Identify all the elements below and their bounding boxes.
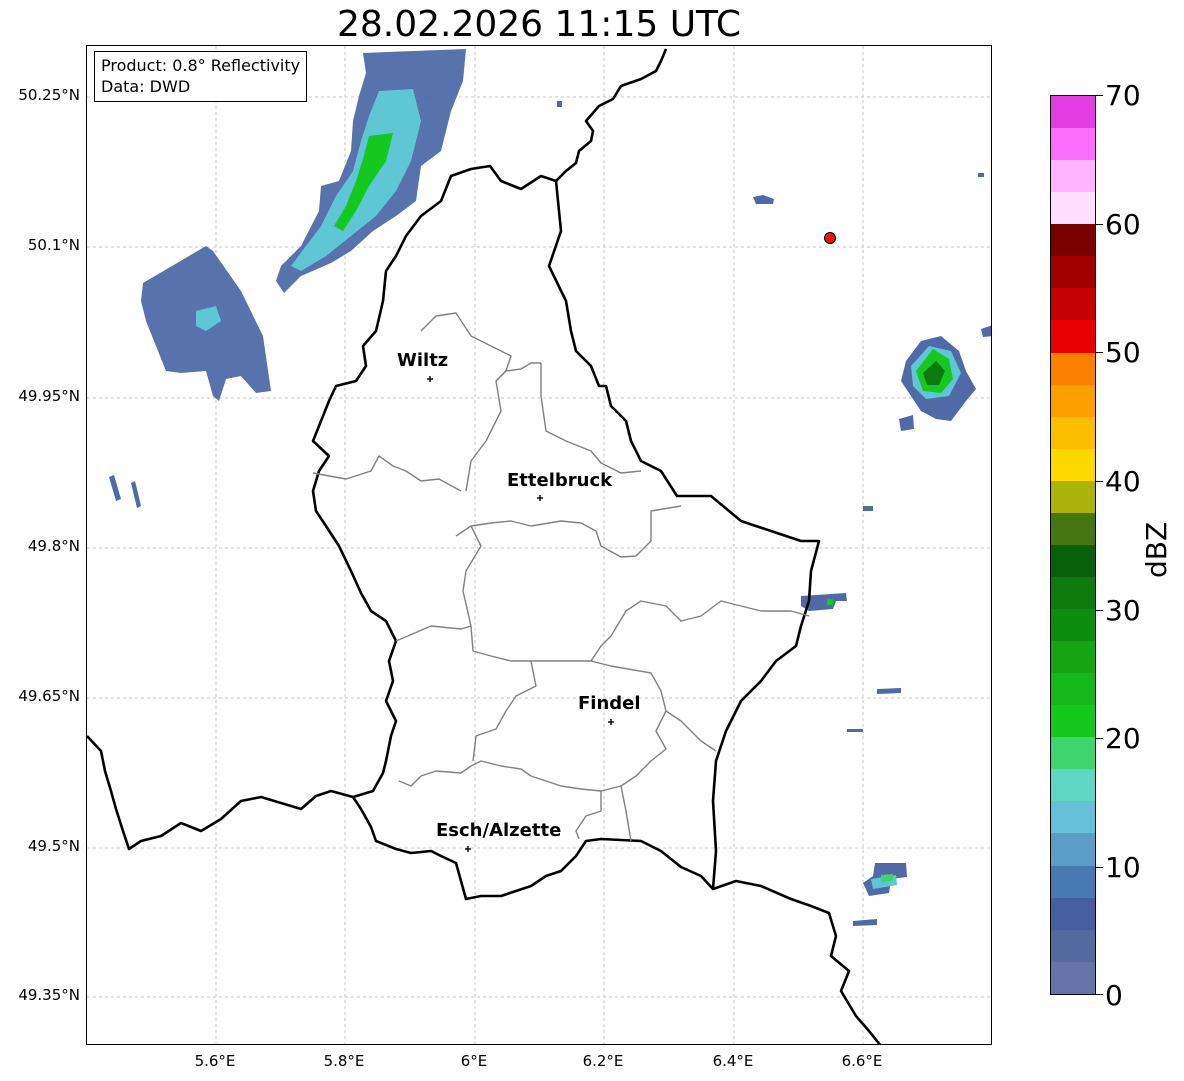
colorbar-tick-20: 20 <box>1105 722 1141 755</box>
colorbar-segment <box>1051 705 1095 738</box>
lon-label-1: 5.6°E <box>194 1052 236 1070</box>
colorbar-segment <box>1051 769 1095 802</box>
colorbar-segment <box>1051 897 1095 930</box>
radar-map[interactable] <box>86 45 992 1045</box>
colorbar-segment <box>1051 288 1095 321</box>
colorbar-segment <box>1051 96 1095 129</box>
colorbar-tick-30: 30 <box>1105 594 1141 627</box>
colorbar-segment <box>1051 576 1095 609</box>
colorbar-segment <box>1051 480 1095 513</box>
colorbar-segment <box>1051 320 1095 353</box>
colorbar-segment <box>1051 929 1095 962</box>
lon-label-5: 6.4°E <box>712 1052 754 1070</box>
city-label-esch-alzette: Esch/Alzette <box>436 820 562 841</box>
colorbar-segment <box>1051 224 1095 257</box>
border-north <box>555 48 668 182</box>
colorbar-unit-label: dBZ <box>1140 521 1173 578</box>
canton-borders <box>312 312 810 842</box>
lon-label-3: 6°E <box>460 1052 488 1070</box>
lat-label-4: 49.8°N <box>27 537 80 555</box>
lat-label-1: 50.25°N <box>18 86 80 104</box>
colorbar-tick-50: 50 <box>1105 336 1141 369</box>
colorbar-segment <box>1051 609 1095 642</box>
city-markers <box>427 376 614 852</box>
map-title: 28.02.2026 11:15 UTC <box>336 4 742 45</box>
colorbar-segment <box>1051 256 1095 289</box>
colorbar-tick-60: 60 <box>1105 208 1141 241</box>
colorbar-segment <box>1051 833 1095 866</box>
colorbar-tick-0: 0 <box>1105 979 1123 1012</box>
product-label: Product: 0.8° Reflectivity <box>101 56 301 75</box>
colorbar-segment <box>1051 961 1095 994</box>
colorbar-segment <box>1051 352 1095 385</box>
city-label-wiltz: Wiltz <box>397 350 449 371</box>
colorbar-segment <box>1051 801 1095 834</box>
border-southeast <box>712 879 882 1044</box>
colorbar-segment <box>1051 544 1095 577</box>
map-canvas[interactable] <box>87 46 992 1045</box>
colorbar-segment <box>1051 128 1095 161</box>
colorbar-tick-10: 10 <box>1105 851 1141 884</box>
product-info-box: Product: 0.8° Reflectivity Data: DWD <box>94 51 308 102</box>
colorbar-segment <box>1051 641 1095 674</box>
lon-label-2: 5.8°E <box>323 1052 365 1070</box>
colorbar-segment <box>1051 192 1095 225</box>
colorbar-segment <box>1051 865 1095 898</box>
city-label-ettelbruck: Ettelbruck <box>507 470 613 491</box>
colorbar-segment <box>1051 448 1095 481</box>
colorbar-segment <box>1051 737 1095 770</box>
colorbar <box>1050 95 1096 995</box>
lon-label-6: 6.6°E <box>841 1052 883 1070</box>
colorbar-tick-40: 40 <box>1105 465 1141 498</box>
colorbar-segment <box>1051 416 1095 449</box>
lon-label-4: 6.2°E <box>582 1052 624 1070</box>
colorbar-tick-70: 70 <box>1105 79 1141 112</box>
lat-label-3: 49.95°N <box>18 387 80 405</box>
border-southwest <box>87 735 354 851</box>
lat-label-2: 50.1°N <box>27 236 80 254</box>
city-label-findel: Findel <box>578 693 641 714</box>
lat-label-6: 49.5°N <box>27 837 80 855</box>
lat-label-5: 49.65°N <box>18 687 80 705</box>
colorbar-segment <box>1051 384 1095 417</box>
red-dot-marker <box>824 232 836 244</box>
data-source-label: Data: DWD <box>101 77 191 96</box>
colorbar-segment <box>1051 673 1095 706</box>
colorbar-segment <box>1051 160 1095 193</box>
colorbar-segment <box>1051 512 1095 545</box>
gridlines <box>87 46 991 1044</box>
lat-label-7: 49.35°N <box>18 986 80 1004</box>
luxembourg-border <box>311 164 821 901</box>
